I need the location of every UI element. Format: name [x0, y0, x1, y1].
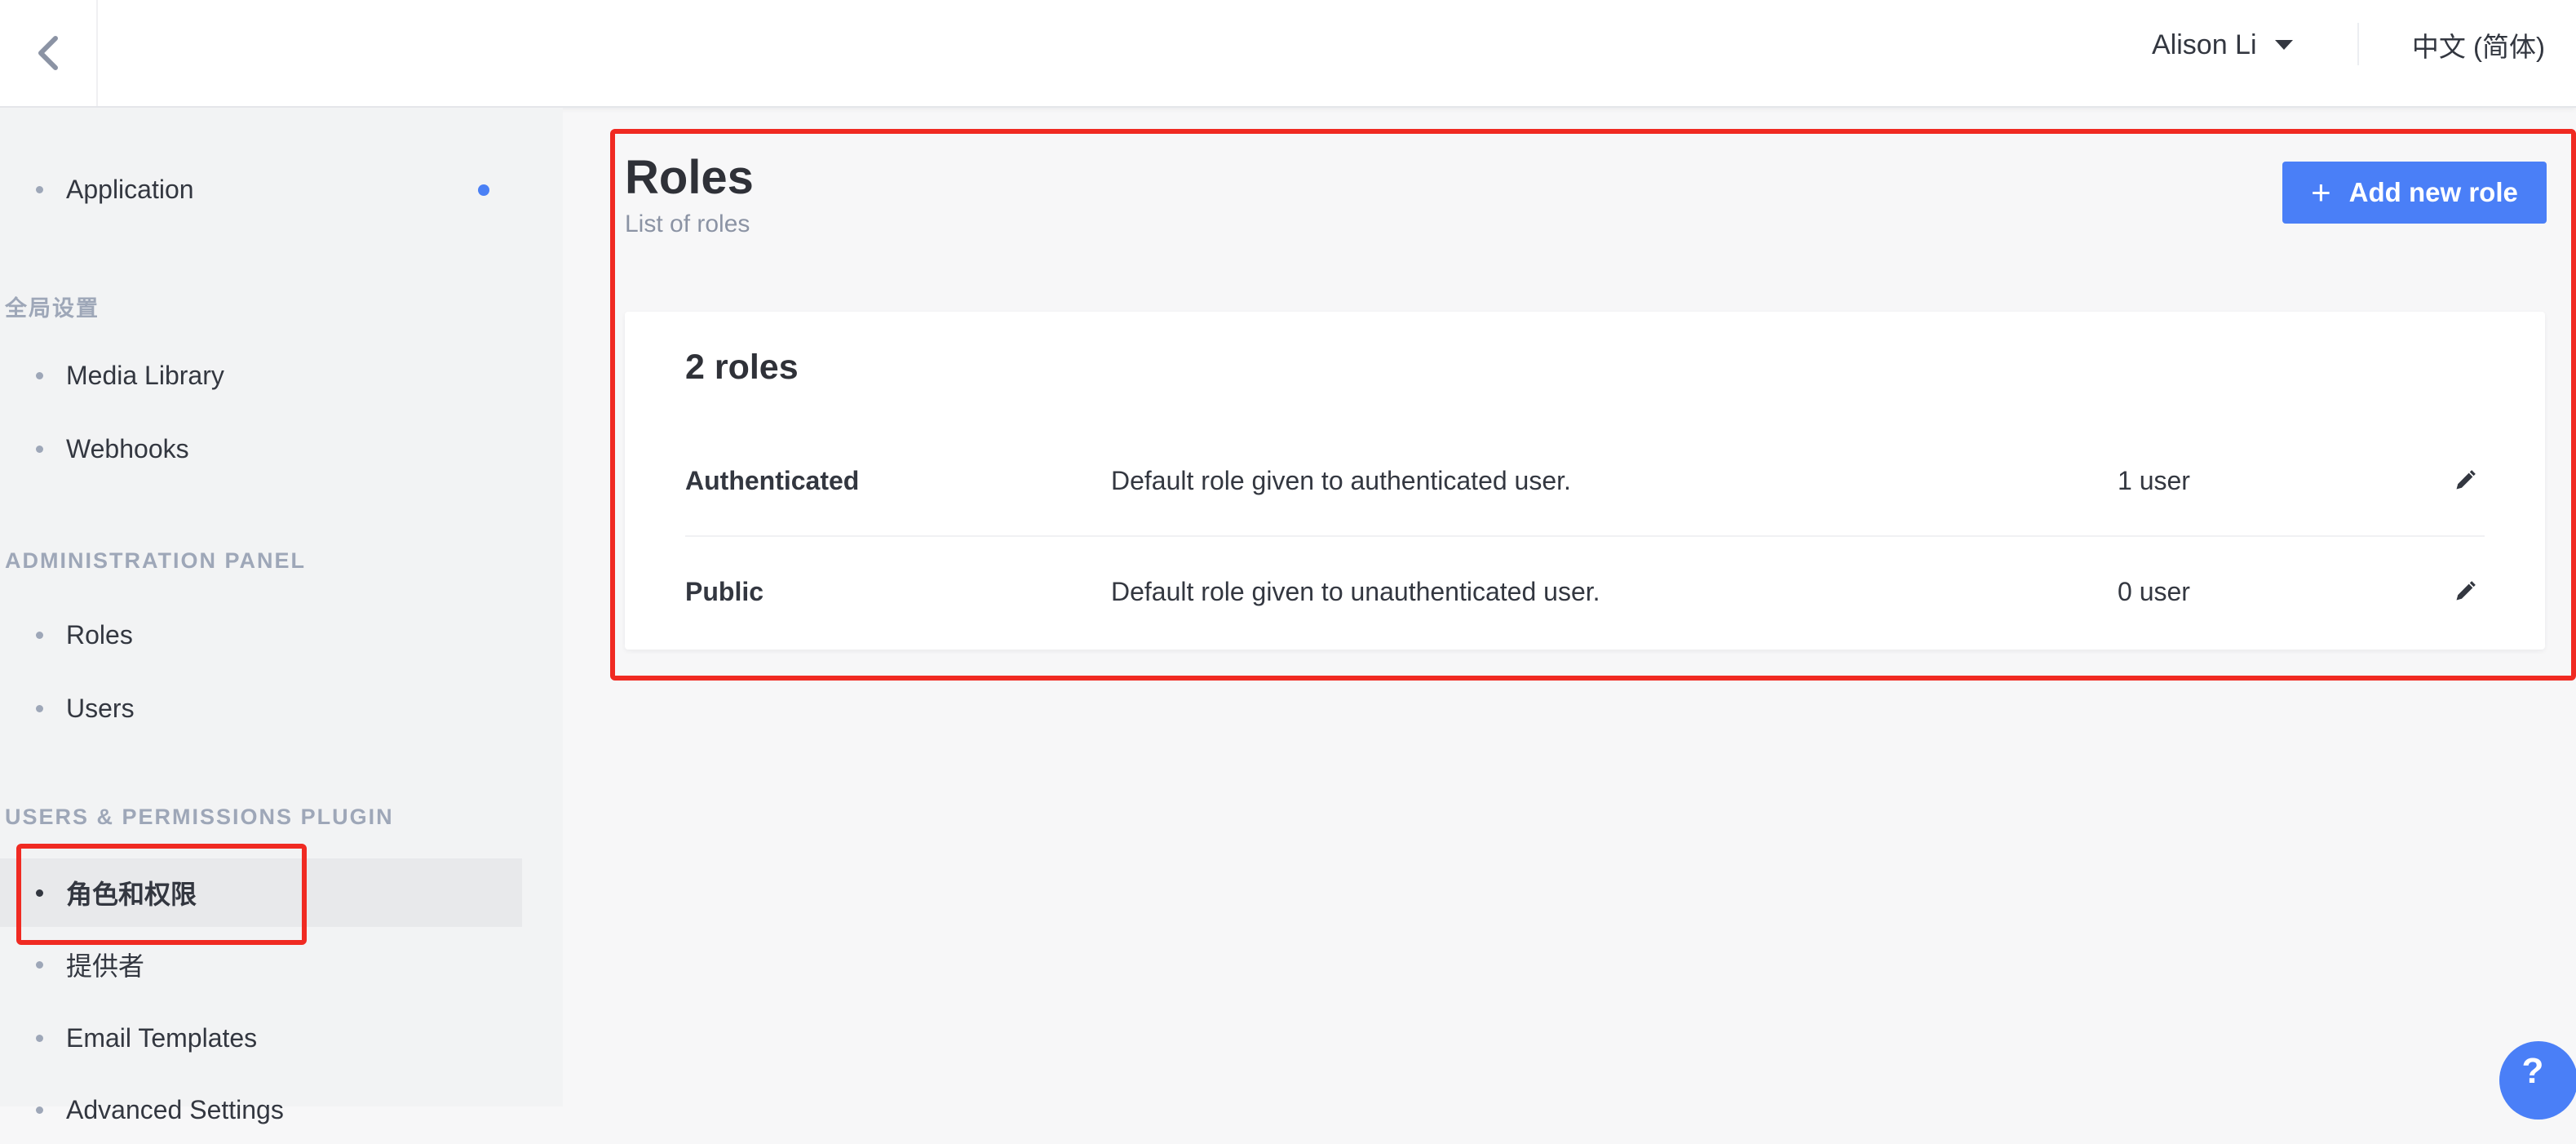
bullet-icon: [36, 631, 43, 639]
bullet-icon: [36, 704, 43, 712]
bullet-icon: [36, 445, 43, 453]
sidebar-item-label: Users: [66, 693, 135, 723]
sidebar-item-media-library[interactable]: Media Library: [0, 341, 522, 410]
notification-dot: [478, 184, 489, 196]
top-bar: Alison Li 中文 (简体): [0, 0, 2576, 108]
sidebar-item-application[interactable]: Application: [0, 155, 522, 224]
sidebar-item-advanced-settings[interactable]: Advanced Settings: [0, 1075, 522, 1144]
bullet-icon: [36, 1106, 43, 1114]
sidebar-section-title: 全局设置: [5, 296, 100, 321]
header-divider: [2357, 23, 2359, 65]
back-button[interactable]: [0, 0, 98, 106]
sidebar-item-label: Media Library: [66, 360, 224, 390]
sidebar-item-label: Email Templates: [66, 1022, 258, 1053]
sidebar-section-title: ADMINISTRATION PANEL: [5, 548, 306, 573]
annotation-box-sidebar: [16, 844, 307, 945]
chevron-left-icon: [38, 36, 58, 70]
bullet-icon: [36, 185, 43, 193]
bullet-icon: [36, 371, 43, 379]
sidebar-item-users[interactable]: Users: [0, 674, 522, 743]
sidebar-item-email-templates[interactable]: Email Templates: [0, 1004, 522, 1072]
sidebar-section-title: USERS & PERMISSIONS PLUGIN: [5, 805, 394, 829]
user-name: Alison Li: [2152, 29, 2257, 60]
help-icon: ?: [2521, 1051, 2544, 1091]
annotation-box-main: [610, 129, 2576, 681]
sidebar-item-roles[interactable]: Roles: [0, 601, 522, 669]
sidebar-item-label: Webhooks: [66, 433, 189, 463]
sidebar-item-webhooks[interactable]: Webhooks: [0, 415, 522, 483]
user-menu[interactable]: Alison Li: [2152, 0, 2293, 90]
help-button[interactable]: ?: [2499, 1041, 2576, 1120]
caret-down-icon: [2274, 40, 2293, 50]
sidebar-item-label: Application: [66, 174, 194, 204]
sidebar-item-label: Advanced Settings: [66, 1094, 284, 1124]
sidebar-item-label: Roles: [66, 619, 133, 650]
bullet-icon: [36, 1034, 43, 1042]
sidebar-item-label: 提供者: [66, 951, 145, 981]
bullet-icon: [36, 960, 43, 969]
language-switcher[interactable]: 中文 (简体): [2412, 0, 2545, 90]
